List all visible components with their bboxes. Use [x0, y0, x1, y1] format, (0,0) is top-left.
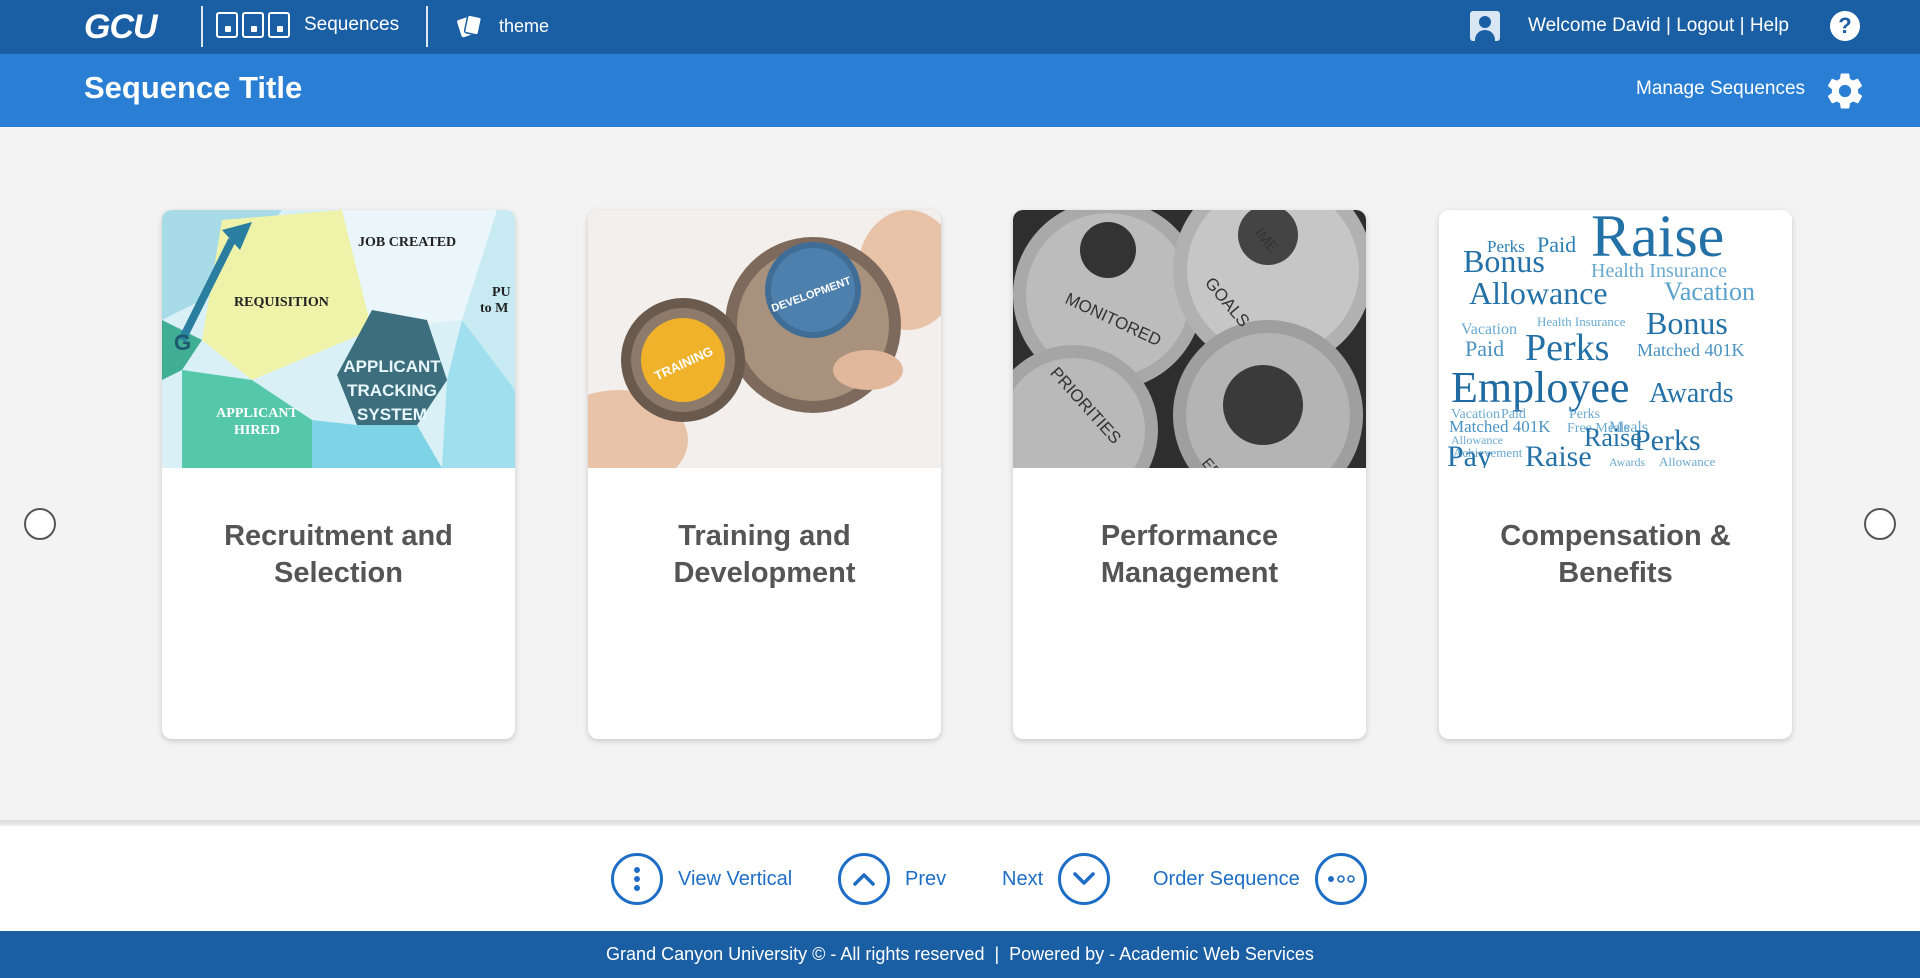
carousel-prev-radio[interactable]	[24, 508, 56, 540]
chevron-down-icon	[1058, 853, 1111, 905]
gcu-logo[interactable]: GCU	[84, 8, 158, 47]
svg-text:Perks: Perks	[1569, 407, 1600, 422]
manage-sequences-link[interactable]: Manage Sequences	[1636, 78, 1805, 100]
horizontal-dots-icon	[1314, 853, 1367, 905]
next-label: Next	[1002, 867, 1044, 890]
svg-text:Perks: Perks	[1634, 424, 1701, 457]
sequences-label: Sequences	[304, 14, 400, 35]
svg-text:TRACKING: TRACKING	[347, 381, 437, 400]
user-icon[interactable]	[1470, 11, 1500, 41]
svg-text:HIRED: HIRED	[234, 423, 280, 438]
svg-text:Allowance: Allowance	[1659, 454, 1716, 468]
svg-text:APPLICANT: APPLICANT	[216, 406, 298, 421]
separator: |	[1665, 15, 1671, 36]
carousel-next-radio[interactable]	[1864, 508, 1896, 540]
card-image: DEVELOPMENT TRAINING	[588, 210, 941, 468]
card-image: Perks Paid Raise Bonus Health Insurance …	[1439, 210, 1792, 468]
card-title: Recruitment and Selection	[224, 520, 453, 589]
prev-button[interactable]: Prev	[838, 853, 946, 905]
card-title: Compensation & Benefits	[1500, 520, 1731, 589]
view-vertical-button[interactable]: View Vertical	[611, 853, 792, 905]
svg-text:Raise: Raise	[1525, 440, 1592, 468]
card-image: JOB CREATED REQUISITION APPLICANT TRACKI…	[162, 210, 515, 468]
order-sequence-label: Order Sequence	[1153, 867, 1300, 890]
card-image: MONITORED GOALS PRIORITIES IME EF	[1013, 210, 1366, 468]
bottom-toolbar: View Vertical Prev Next Order Sequence	[0, 826, 1920, 931]
theme-card-icon	[457, 14, 483, 38]
divider	[201, 6, 203, 47]
prev-label: Prev	[905, 867, 947, 890]
help-link[interactable]: Help	[1750, 15, 1789, 36]
card-training[interactable]: DEVELOPMENT TRAINING Training and Develo…	[588, 210, 941, 739]
image-label: Pay	[1447, 440, 1492, 468]
vertical-dots-icon	[611, 853, 663, 905]
image-label: Vacation	[1664, 277, 1755, 306]
svg-text:SYSTEM: SYSTEM	[357, 405, 427, 424]
image-label: Allowance	[1469, 275, 1608, 311]
page-title: Sequence Title	[84, 70, 303, 105]
image-label: Employee	[1451, 363, 1629, 412]
card-recruitment[interactable]: JOB CREATED REQUISITION APPLICANT TRACKI…	[162, 210, 515, 739]
image-label: Awards	[1649, 378, 1734, 409]
welcome-text: Welcome David	[1528, 15, 1661, 36]
order-sequence-button[interactable]: Order Sequence	[1153, 853, 1367, 905]
svg-text:Paid: Paid	[1465, 336, 1504, 361]
chevron-up-icon	[838, 853, 890, 905]
sequences-icon	[216, 12, 290, 38]
image-label: G	[174, 330, 191, 355]
card-title: Performance Management	[1100, 520, 1279, 589]
svg-text:APPLICANT: APPLICANT	[343, 357, 441, 376]
logout-link[interactable]: Logout	[1676, 15, 1734, 36]
footer-text: Grand Canyon University © - All rights r…	[606, 944, 1314, 964]
card-performance[interactable]: MONITORED GOALS PRIORITIES IME EF Perfor…	[1013, 210, 1366, 739]
welcome-bar: Welcome David | Logout | Help	[1528, 15, 1789, 37]
image-label: JOB CREATED	[358, 235, 456, 250]
next-button[interactable]: Next	[1002, 853, 1111, 905]
title-bar: Sequence Title Manage Sequences	[0, 54, 1920, 127]
card-title: Training and Development	[673, 520, 856, 589]
top-bar: GCU Sequences theme Welcome David | Logo…	[0, 0, 1920, 54]
image-label: REQUISITION	[234, 295, 329, 310]
divider	[426, 6, 428, 47]
help-icon[interactable]: ?	[1830, 11, 1860, 41]
view-vertical-label: View Vertical	[678, 867, 793, 890]
svg-text:Bonus: Bonus	[1646, 305, 1728, 341]
image-label: Bonus	[1463, 243, 1545, 279]
image-label: to M	[480, 301, 508, 316]
gear-icon[interactable]	[1824, 70, 1866, 112]
theme-link[interactable]: theme	[455, 12, 549, 40]
svg-text:Awards: Awards	[1609, 455, 1646, 468]
separator: |	[1739, 15, 1745, 36]
sequences-link[interactable]: Sequences	[216, 12, 399, 38]
footer: Grand Canyon University © - All rights r…	[0, 931, 1920, 978]
image-label: PU	[492, 285, 511, 300]
theme-label: theme	[499, 15, 550, 36]
card-compensation[interactable]: Perks Paid Raise Bonus Health Insurance …	[1439, 210, 1792, 739]
svg-text:Matched 401K: Matched 401K	[1637, 340, 1744, 360]
